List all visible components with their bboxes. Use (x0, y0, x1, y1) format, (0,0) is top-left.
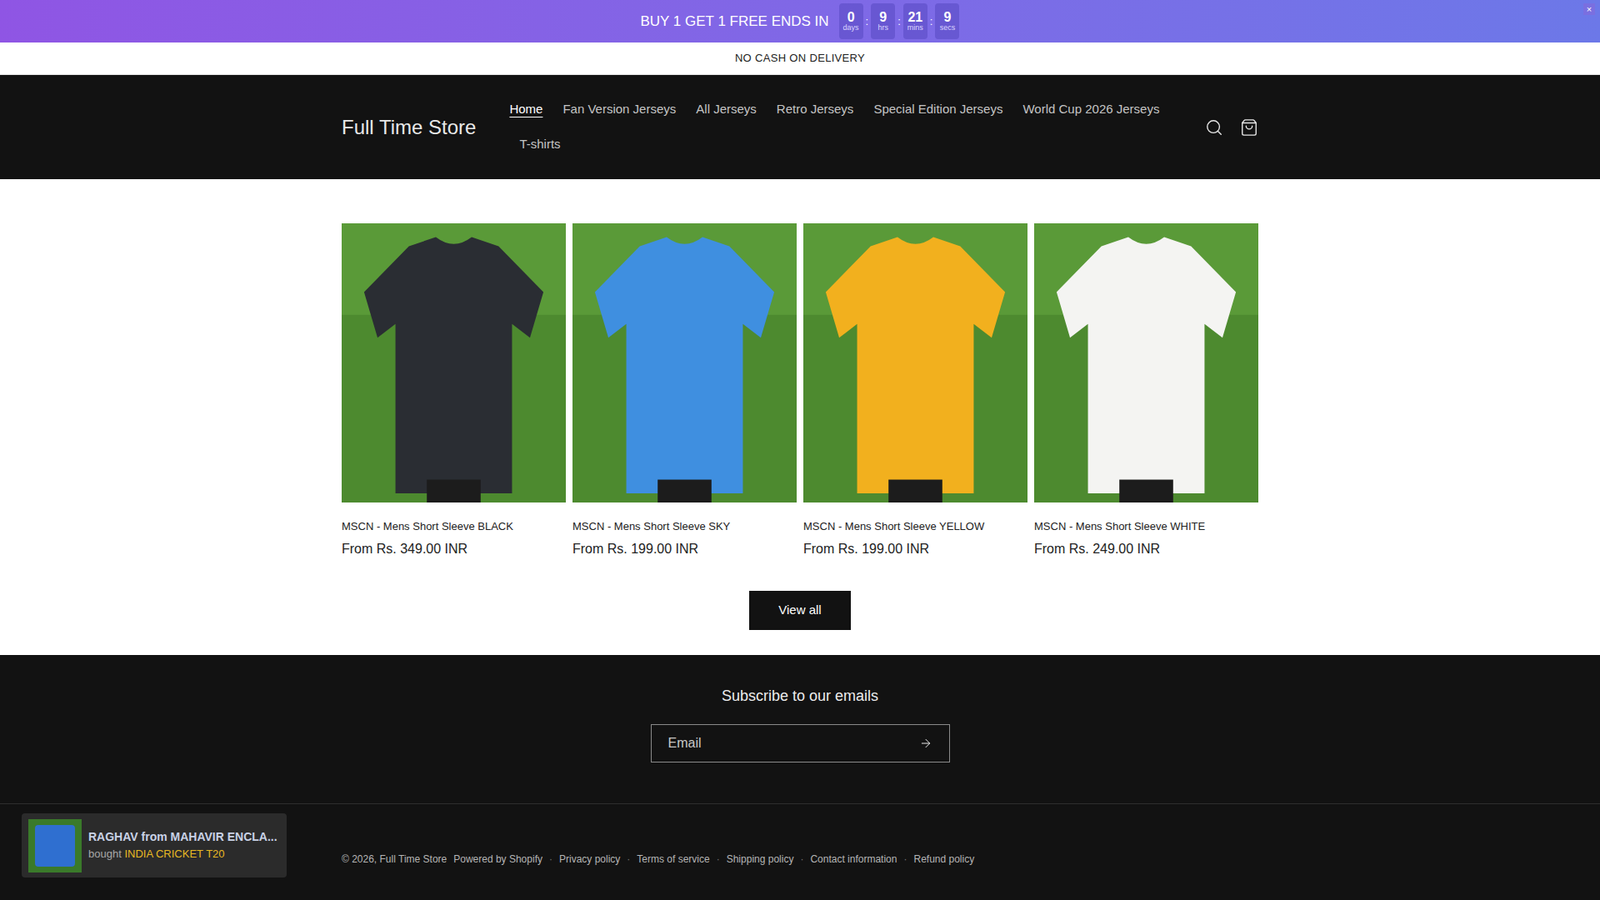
link-separator: · (903, 851, 907, 867)
submit-arrow-icon[interactable] (919, 736, 933, 750)
countdown-separator: : (930, 13, 934, 30)
product-title[interactable]: MSCN - Mens Short Sleeve YELLOW (803, 519, 1028, 535)
nav-item[interactable]: Retro Jerseys (766, 92, 865, 128)
countdown: 0days:9hrs:21mins:9secs (839, 3, 960, 40)
link-separator: · (716, 851, 720, 867)
view-all-button[interactable]: View all (749, 590, 851, 630)
product-grid: MSCN - Mens Short Sleeve BLACK From Rs. 3… (341, 223, 1259, 558)
tshirt-photo-icon (341, 223, 566, 503)
link-separator: · (549, 851, 553, 867)
countdown-box: 9hrs (870, 3, 895, 40)
nav-item[interactable]: Fan Version Jerseys (552, 92, 686, 128)
product-price: From Rs. 349.00 INR (341, 540, 566, 558)
product-image[interactable] (341, 223, 566, 503)
policy-link[interactable]: Privacy policy (559, 851, 620, 867)
product-image[interactable] (1034, 223, 1259, 503)
promo-banner: BUY 1 GET 1 FREE ENDS IN0days:9hrs:21min… (0, 0, 1600, 43)
nav-item[interactable]: Special Edition Jerseys (863, 92, 1013, 128)
cart-icon[interactable] (1240, 118, 1259, 137)
countdown-separator: : (897, 13, 901, 30)
nav-item[interactable]: T-shirts (509, 127, 570, 163)
countdown-box: 9secs (935, 3, 960, 40)
tshirt-photo-icon (572, 223, 797, 503)
product-image[interactable] (572, 223, 797, 503)
copyright: © 2026, Full Time Store (341, 851, 447, 867)
nav-item[interactable]: World Cup 2026 Jerseys (1012, 92, 1170, 128)
email-field[interactable]: Email (650, 724, 950, 763)
tshirt-photo-icon (803, 223, 1028, 503)
subscribe-title: Subscribe to our emails (721, 685, 879, 708)
nav-item[interactable]: Home (509, 92, 553, 128)
product-card[interactable]: MSCN - Mens Short Sleeve SKY From Rs. 199… (572, 223, 797, 558)
product-title[interactable]: MSCN - Mens Short Sleeve SKY (572, 519, 797, 535)
close-button[interactable]: × (1583, 3, 1595, 15)
product-section: MSCN - Mens Short Sleeve BLACK From Rs. 3… (0, 179, 1600, 655)
policy-link[interactable]: Terms of service (636, 851, 710, 867)
link-separator: · (626, 851, 630, 867)
toast-verb: bought (88, 847, 122, 860)
product-card[interactable]: MSCN - Mens Short Sleeve WHITE From Rs. 2… (1034, 223, 1259, 558)
search-icon[interactable] (1205, 118, 1224, 137)
page: BUY 1 GET 1 FREE ENDS IN0days:9hrs:21min… (0, 0, 1600, 900)
purchase-toast[interactable]: RAGHAV from MAHAVIR ENCLA...bought INDIA… (21, 813, 287, 878)
main-nav: HomeFan Version JerseysAll JerseysRetro … (509, 92, 1193, 163)
product-title[interactable]: MSCN - Mens Short Sleeve BLACK (341, 519, 566, 535)
toast-product-image (28, 819, 82, 873)
product-card[interactable]: MSCN - Mens Short Sleeve BLACK From Rs. 3… (341, 223, 566, 558)
header: Full Time Store HomeFan Version JerseysAl… (0, 75, 1600, 180)
product-price: From Rs. 249.00 INR (1034, 540, 1259, 558)
tshirt-photo-icon (1034, 223, 1259, 503)
powered-by[interactable]: Powered by Shopify (453, 851, 543, 867)
countdown-box: 21mins (903, 3, 928, 40)
promo-text: BUY 1 GET 1 FREE ENDS IN (640, 10, 830, 33)
countdown-box: 0days (839, 3, 864, 40)
policy-link[interactable]: Refund policy (913, 851, 975, 867)
policy-link[interactable]: Contact information (810, 851, 897, 867)
policy-link[interactable]: Shipping policy (726, 851, 795, 867)
link-separator: · (800, 851, 804, 867)
logo[interactable]: Full Time Store (341, 112, 476, 143)
countdown-separator: : (865, 13, 870, 30)
product-price: From Rs. 199.00 INR (803, 540, 1028, 558)
product-title[interactable]: MSCN - Mens Short Sleeve WHITE (1034, 519, 1259, 535)
toast-product: INDIA CRICKET T20 (124, 847, 225, 860)
nav-item[interactable]: All Jerseys (685, 92, 767, 128)
notice-bar: NO CASH ON DELIVERY (0, 42, 1600, 75)
product-price: From Rs. 199.00 INR (572, 540, 797, 558)
toast-buyer: RAGHAV from MAHAVIR ENCLA... (88, 828, 278, 846)
product-image[interactable] (803, 223, 1028, 503)
footer-divider (0, 803, 1600, 805)
product-card[interactable]: MSCN - Mens Short Sleeve YELLOW From Rs. … (803, 223, 1028, 558)
